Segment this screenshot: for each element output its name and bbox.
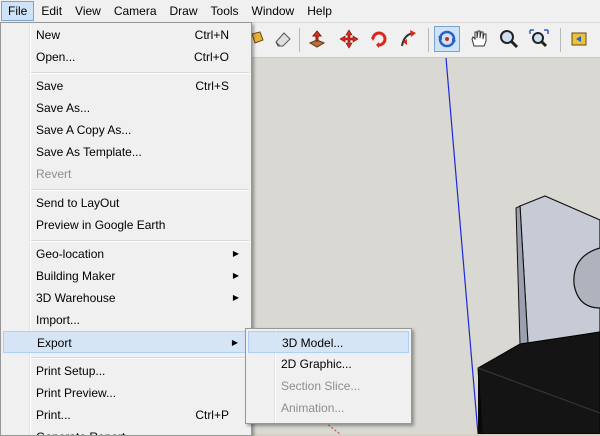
menu-item-generate-report[interactable]: Generate Report... (3, 426, 249, 435)
menu-item-export-3d-model[interactable]: 3D Model... (248, 331, 409, 353)
menu-item-save[interactable]: Save Ctrl+S (3, 75, 249, 97)
menu-item-export-animation: Animation... (281, 401, 345, 415)
menu-tools[interactable]: Tools (205, 1, 245, 21)
menu-item-print-preview[interactable]: Print Preview... (3, 382, 249, 404)
menu-item-geo-location[interactable]: Geo-location ▶ (3, 243, 249, 265)
follow-me-icon[interactable] (396, 26, 422, 52)
submenu-arrow-icon: ▶ (232, 271, 239, 280)
submenu-arrow-icon: ▶ (231, 338, 238, 347)
submenu-arrow-icon: ▶ (232, 293, 239, 302)
zoom-extents-icon[interactable] (526, 26, 552, 52)
menu-item-3d-warehouse[interactable]: 3D Warehouse ▶ (3, 287, 249, 309)
menu-view[interactable]: View (69, 1, 107, 21)
move-icon[interactable] (336, 26, 362, 52)
menu-item-export-2d-graphic[interactable]: 2D Graphic... (248, 353, 409, 375)
menu-item-new[interactable]: New Ctrl+N (3, 24, 249, 46)
menu-item-preview-google-earth[interactable]: Preview in Google Earth (3, 214, 249, 236)
menu-edit[interactable]: Edit (35, 1, 68, 21)
blue-axis-line (445, 58, 479, 434)
menu-item-save-as-template[interactable]: Save As Template... (3, 141, 249, 163)
menu-camera[interactable]: Camera (108, 1, 163, 21)
menu-file[interactable]: File (1, 1, 35, 21)
rotate-icon[interactable] (366, 26, 392, 52)
menu-item-open[interactable]: Open... Ctrl+O (3, 46, 249, 68)
zoom-icon[interactable] (496, 26, 522, 52)
pan-icon[interactable] (466, 26, 492, 52)
previous-view-icon[interactable] (566, 26, 592, 52)
menu-item-import[interactable]: Import... (3, 309, 249, 331)
eraser-icon[interactable] (270, 26, 296, 52)
push-pull-icon[interactable] (304, 26, 330, 52)
export-submenu: 3D Model... 2D Graphic... Section Slice.… (245, 328, 412, 424)
menu-item-building-maker[interactable]: Building Maker ▶ (3, 265, 249, 287)
submenu-arrow-icon: ▶ (232, 249, 239, 258)
menu-window[interactable]: Window (246, 1, 301, 21)
menu-item-export-section-slice: Section Slice... (281, 379, 361, 393)
menu-item-send-to-layout[interactable]: Send to LayOut (3, 192, 249, 214)
menu-bar: File Edit View Camera Draw Tools Window … (0, 0, 600, 23)
file-menu: New Ctrl+N Open... Ctrl+O Save Ctrl+S Save … (0, 22, 252, 436)
menu-item-revert: Revert (36, 167, 72, 181)
menu-item-save-as[interactable]: Save As... (3, 97, 249, 119)
menu-help[interactable]: Help (301, 1, 338, 21)
menu-item-print-setup[interactable]: Print Setup... (3, 360, 249, 382)
model-base-top (477, 331, 600, 434)
menu-item-save-copy-as[interactable]: Save A Copy As... (3, 119, 249, 141)
menu-item-export[interactable]: Export ▶ (3, 331, 249, 353)
orbit-icon[interactable] (434, 26, 460, 52)
menu-draw[interactable]: Draw (164, 1, 204, 21)
menu-item-print[interactable]: Print... Ctrl+P (3, 404, 249, 426)
